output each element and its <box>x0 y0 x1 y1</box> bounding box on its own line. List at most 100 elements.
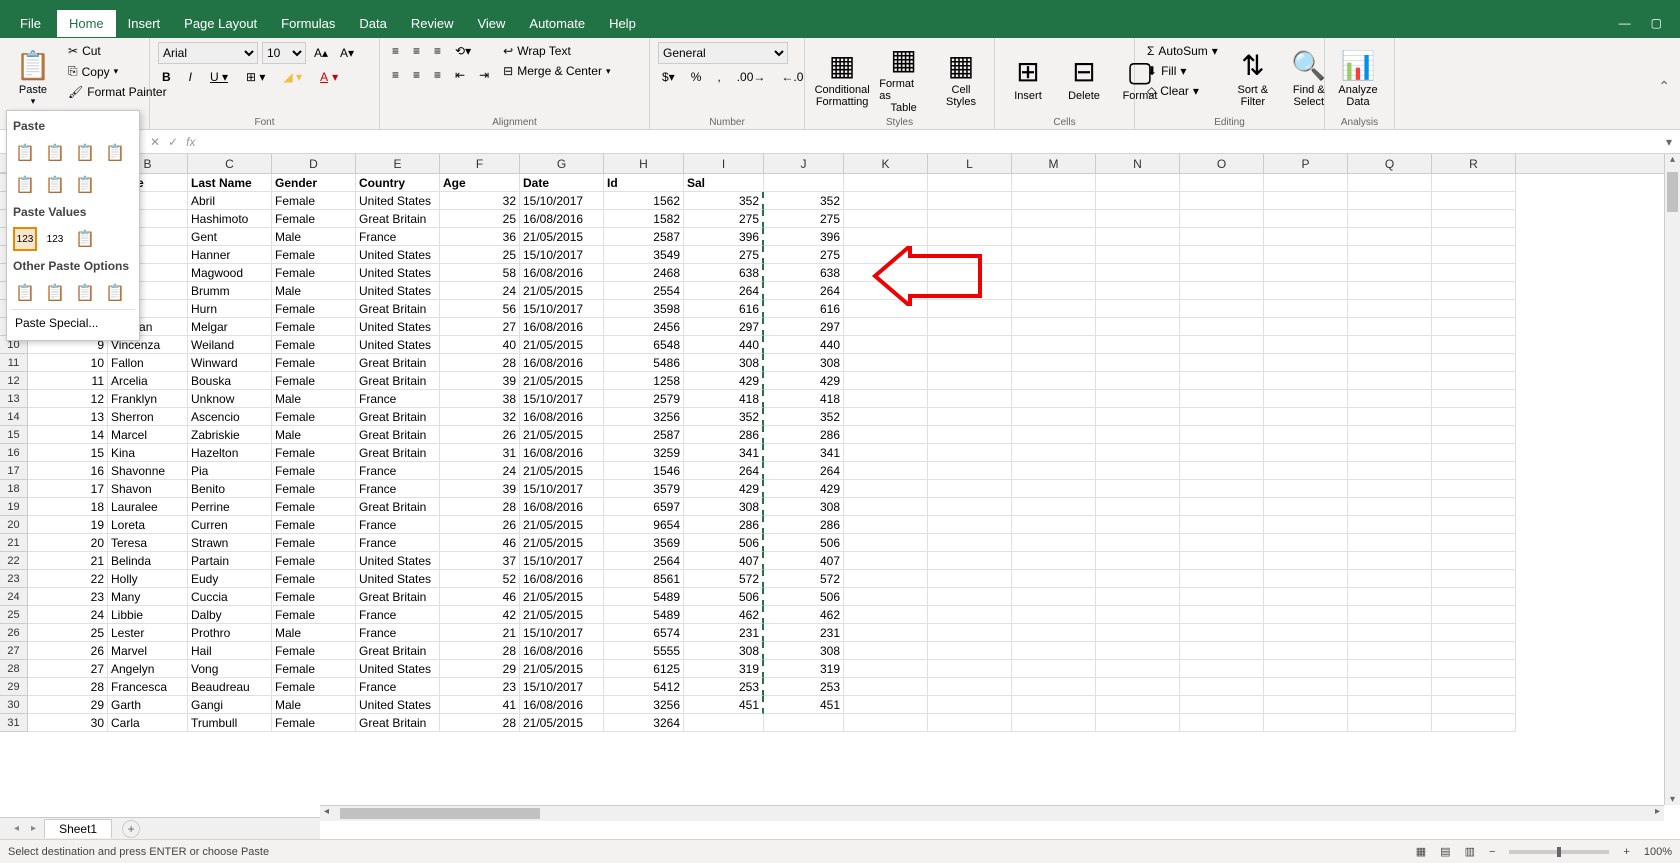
cell[interactable]: 28 <box>440 714 520 732</box>
cell[interactable]: 16/08/2016 <box>520 354 604 372</box>
cell[interactable] <box>1348 462 1432 480</box>
cell[interactable] <box>1096 408 1180 426</box>
cell[interactable]: United States <box>356 246 440 264</box>
cell[interactable] <box>928 552 1012 570</box>
decrease-font-button[interactable]: A▾ <box>336 44 358 62</box>
maximize-icon[interactable]: ▢ <box>1651 16 1662 30</box>
cell[interactable]: 15/10/2017 <box>520 552 604 570</box>
cell[interactable] <box>928 498 1012 516</box>
cell[interactable] <box>928 426 1012 444</box>
col-header-D[interactable]: D <box>272 154 356 173</box>
cell[interactable]: 16/08/2016 <box>520 210 604 228</box>
minimize-icon[interactable]: — <box>1619 16 1631 30</box>
cell[interactable]: 11 <box>28 372 108 390</box>
cell[interactable]: 308 <box>684 498 764 516</box>
wrap-text-button[interactable]: ↩Wrap Text <box>499 42 614 60</box>
cell[interactable]: 429 <box>764 372 844 390</box>
cell[interactable] <box>1264 408 1348 426</box>
cell[interactable]: Cuccia <box>188 588 272 606</box>
cell[interactable]: 21/05/2015 <box>520 534 604 552</box>
font-color-button[interactable]: A ▾ <box>316 68 342 86</box>
cell[interactable]: 28 <box>440 498 520 516</box>
enter-formula-icon[interactable]: ✓ <box>168 135 178 149</box>
cell[interactable]: 264 <box>764 462 844 480</box>
cell[interactable]: 308 <box>764 642 844 660</box>
cell[interactable]: Libbie <box>108 606 188 624</box>
cell[interactable] <box>1348 354 1432 372</box>
cell[interactable]: Arcelia <box>108 372 188 390</box>
cell[interactable] <box>844 372 928 390</box>
cell[interactable] <box>928 444 1012 462</box>
cell[interactable] <box>1180 660 1264 678</box>
cell[interactable] <box>928 228 1012 246</box>
cell[interactable] <box>1180 174 1264 192</box>
cell[interactable]: Female <box>272 552 356 570</box>
cell[interactable]: Gangi <box>188 696 272 714</box>
cell[interactable]: Female <box>272 462 356 480</box>
cell[interactable]: Male <box>272 390 356 408</box>
cell[interactable]: Female <box>272 246 356 264</box>
cell[interactable] <box>1348 498 1432 516</box>
cell[interactable]: 3569 <box>604 534 684 552</box>
cell[interactable] <box>844 246 928 264</box>
cell[interactable] <box>1180 516 1264 534</box>
cell[interactable]: 5555 <box>604 642 684 660</box>
row-header[interactable]: 12 <box>0 372 28 390</box>
cell[interactable]: 429 <box>764 480 844 498</box>
cell[interactable] <box>844 570 928 588</box>
cell[interactable]: 39 <box>440 372 520 390</box>
cell[interactable] <box>1012 246 1096 264</box>
cell[interactable]: Male <box>272 696 356 714</box>
cell[interactable] <box>1264 534 1348 552</box>
cell[interactable] <box>844 282 928 300</box>
cell[interactable] <box>1012 192 1096 210</box>
cell[interactable] <box>928 174 1012 192</box>
cell[interactable] <box>1096 210 1180 228</box>
cell[interactable]: 638 <box>764 264 844 282</box>
cell[interactable]: 16/08/2016 <box>520 570 604 588</box>
cell[interactable]: Teresa <box>108 534 188 552</box>
italic-button[interactable]: I <box>185 68 196 86</box>
row-header[interactable]: 16 <box>0 444 28 462</box>
cell[interactable]: 30 <box>28 714 108 732</box>
cell[interactable]: 253 <box>684 678 764 696</box>
cell[interactable] <box>1012 480 1096 498</box>
cell[interactable]: 36 <box>440 228 520 246</box>
cell[interactable]: 286 <box>684 516 764 534</box>
cell[interactable] <box>1264 660 1348 678</box>
cell[interactable]: Fallon <box>108 354 188 372</box>
cell[interactable] <box>844 534 928 552</box>
cell[interactable]: Female <box>272 498 356 516</box>
cell[interactable] <box>1432 714 1516 732</box>
cell[interactable] <box>1096 264 1180 282</box>
cell[interactable] <box>844 300 928 318</box>
cell[interactable] <box>1012 498 1096 516</box>
font-size-select[interactable]: 10 <box>262 42 306 64</box>
cell[interactable] <box>928 246 1012 264</box>
add-sheet-button[interactable]: + <box>122 820 140 838</box>
cell[interactable]: Vong <box>188 660 272 678</box>
cell[interactable]: 21/05/2015 <box>520 588 604 606</box>
cell[interactable] <box>1348 552 1432 570</box>
cell[interactable] <box>928 588 1012 606</box>
cell[interactable]: France <box>356 678 440 696</box>
cell[interactable] <box>1096 174 1180 192</box>
align-center-button[interactable]: ≡ <box>409 66 424 84</box>
paste-keep-source-icon[interactable]: 📋 <box>103 141 127 165</box>
cell[interactable] <box>1348 372 1432 390</box>
view-normal-icon[interactable]: ▦ <box>1416 845 1426 858</box>
cell[interactable] <box>1180 336 1264 354</box>
cell[interactable]: 6574 <box>604 624 684 642</box>
cell[interactable] <box>1348 264 1432 282</box>
expand-formula-bar[interactable]: ▾ <box>1658 135 1680 149</box>
cell[interactable] <box>1180 570 1264 588</box>
cell[interactable]: 15/10/2017 <box>520 192 604 210</box>
cell[interactable] <box>1012 372 1096 390</box>
cell[interactable]: 21/05/2015 <box>520 462 604 480</box>
cell[interactable]: 5489 <box>604 588 684 606</box>
cell[interactable]: Francesca <box>108 678 188 696</box>
cell[interactable]: Last Name <box>188 174 272 192</box>
cell[interactable]: 462 <box>684 606 764 624</box>
cell[interactable] <box>1348 408 1432 426</box>
cell[interactable]: Female <box>272 570 356 588</box>
